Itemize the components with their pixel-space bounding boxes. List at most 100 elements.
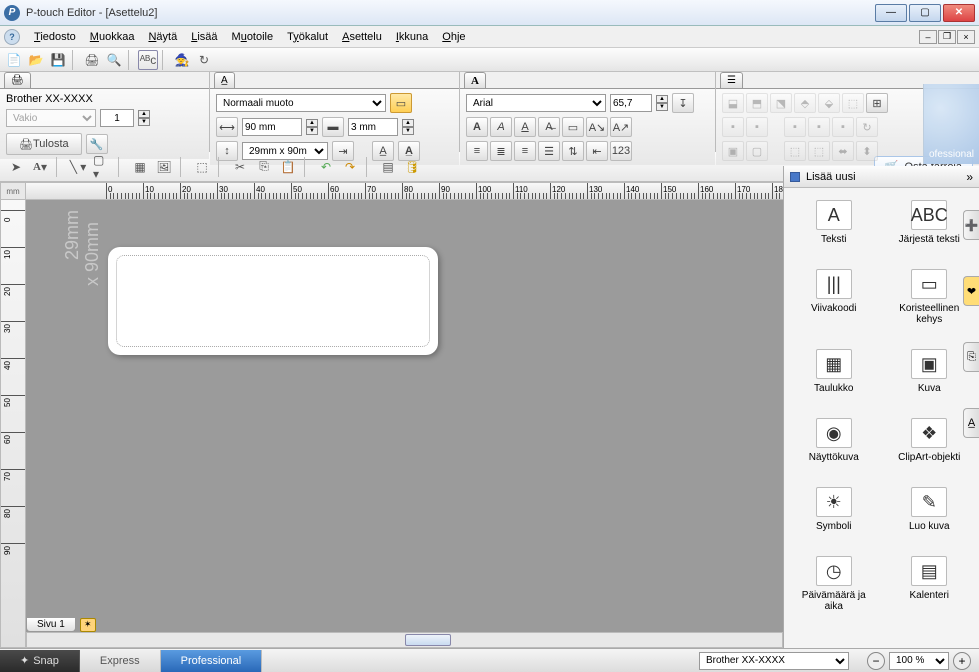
copies-input[interactable]	[100, 109, 134, 127]
print-options-button[interactable]: 🔧	[86, 134, 108, 154]
menu-window[interactable]: Ikkuna	[390, 29, 434, 45]
copy-button[interactable]: ⎘	[254, 157, 274, 177]
image-tool[interactable]: 🖼	[154, 157, 174, 177]
align-bottom-objects[interactable]: ⬚	[842, 93, 864, 113]
ungroup-button[interactable]: ⬚	[808, 141, 830, 161]
mode-express-button[interactable]: Express	[80, 650, 161, 672]
insert-item-clipart-objekti[interactable]: ❖ClipArt-objekti	[884, 414, 976, 467]
orientation-landscape-button[interactable]: ▭	[390, 93, 412, 113]
mode-professional-button[interactable]: Professional	[161, 650, 263, 672]
italic-button[interactable]: A	[490, 117, 512, 137]
undo-button[interactable]: ↶	[316, 157, 336, 177]
bring-front[interactable]: ▣	[722, 141, 744, 161]
align-right-objects[interactable]: ⬔	[770, 93, 792, 113]
mode-snap-button[interactable]: ✦ Snap	[0, 650, 80, 672]
zoom-select[interactable]: 100 %	[889, 652, 949, 670]
send-back[interactable]: ▢	[746, 141, 768, 161]
open-button[interactable]: 📂	[26, 50, 46, 70]
insert-panel-header[interactable]: Lisää uusi »	[784, 166, 979, 188]
mdi-minimize-button[interactable]: –	[919, 30, 937, 44]
transfer-button[interactable]: ↻	[194, 50, 214, 70]
status-printer-select[interactable]: Brother XX-XXXX	[699, 652, 849, 670]
paper-panel-tab[interactable]: A̲	[214, 72, 235, 88]
insert-item-koristeellinen-kehys[interactable]: ▭Koristeellinen kehys	[884, 265, 976, 329]
scrollbar-thumb[interactable]	[405, 634, 451, 646]
distribute-v[interactable]: ▪	[746, 117, 768, 137]
grow-button[interactable]: A↗	[610, 117, 632, 137]
add-sheet-button[interactable]: ✶	[80, 618, 96, 632]
same-height[interactable]: ▪	[808, 117, 830, 137]
margin-spinner[interactable]: ▲▼	[402, 119, 414, 135]
vertical-ruler[interactable]: 0102030405060708090	[0, 200, 26, 648]
database-button[interactable]: 🛢	[402, 157, 422, 177]
sidetab-add[interactable]: ➕	[963, 210, 979, 240]
numbering-button[interactable]: 123	[610, 141, 632, 161]
cut-button[interactable]: ✂	[230, 157, 250, 177]
zoom-out-button[interactable]: −	[867, 652, 885, 670]
insert-item-luo-kuva[interactable]: ✎Luo kuva	[884, 483, 976, 536]
insert-item-kalenteri[interactable]: ▤Kalenteri	[884, 552, 976, 616]
insert-item-n-ytt-kuva[interactable]: ◉Näyttökuva	[788, 414, 880, 467]
print-preset-select[interactable]: Vakio	[6, 109, 96, 127]
save-button[interactable]: 💾	[48, 50, 68, 70]
spacing-button[interactable]: ⇅	[562, 141, 584, 161]
text-frame-button[interactable]: ᴬᴮᴄ	[138, 50, 158, 70]
distribute-h[interactable]: ▪	[722, 117, 744, 137]
flip-v[interactable]: ⬍	[856, 141, 878, 161]
insert-item-viivakoodi[interactable]: |||Viivakoodi	[788, 265, 880, 329]
align-left-objects[interactable]: ⬓	[722, 93, 744, 113]
app-menu-icon[interactable]: ?	[4, 29, 20, 45]
menu-layout[interactable]: Asettelu	[336, 29, 388, 45]
menu-edit[interactable]: Muokkaa	[84, 29, 141, 45]
strike-button[interactable]: A̶	[538, 117, 560, 137]
align-left-button[interactable]: ≡	[466, 141, 488, 161]
group-button[interactable]: ⬚	[784, 141, 806, 161]
indent-button[interactable]: ⇤	[586, 141, 608, 161]
print-panel-tab[interactable]: 🖨	[4, 72, 31, 88]
font-size-input[interactable]	[610, 94, 652, 112]
redo-button[interactable]: ↷	[340, 157, 360, 177]
wizard-button[interactable]: 🧙	[172, 50, 192, 70]
mdi-restore-button[interactable]: ❐	[938, 30, 956, 44]
shrink-button[interactable]: A↘	[586, 117, 608, 137]
underline-button[interactable]: A	[514, 117, 536, 137]
insert-item-p-iv-m-r-ja-aika[interactable]: ◷Päivämäärä ja aika	[788, 552, 880, 616]
layout-panel-tab[interactable]: ☰	[720, 72, 743, 88]
menu-file[interactable]: Tiedosto	[28, 29, 82, 45]
align-right-button[interactable]: ≡	[514, 141, 536, 161]
align-center-h-objects[interactable]: ⬒	[746, 93, 768, 113]
arrange-tool[interactable]: ⬚	[192, 157, 212, 177]
snap-grid-button[interactable]: ⊞	[866, 93, 888, 113]
pointer-tool[interactable]: ➤	[6, 157, 26, 177]
frame-text-button[interactable]: ▭	[562, 117, 584, 137]
font-size-spinner[interactable]: ▲▼	[656, 95, 668, 111]
flip-h[interactable]: ⬌	[832, 141, 854, 161]
insert-item-taulukko[interactable]: ▦Taulukko	[788, 345, 880, 398]
insert-item-kuva[interactable]: ▣Kuva	[884, 345, 976, 398]
paste-button[interactable]: 📋	[278, 157, 298, 177]
print-execute-button[interactable]: 🖨 Tulosta	[6, 133, 82, 155]
menu-help[interactable]: Ohje	[436, 29, 471, 45]
same-width[interactable]: ▪	[784, 117, 806, 137]
menu-view[interactable]: Näytä	[142, 29, 183, 45]
align-center-button[interactable]: ≣	[490, 141, 512, 161]
window-maximize-button[interactable]: ▢	[909, 4, 941, 22]
text-panel-tab[interactable]: A	[464, 72, 486, 88]
width-spinner[interactable]: ▲▼	[306, 119, 318, 135]
table-tool[interactable]: ▦	[130, 157, 150, 177]
paper-width-input[interactable]	[242, 118, 302, 136]
font-select[interactable]: Arial	[466, 94, 606, 112]
sidetab-fav[interactable]: ❤	[963, 276, 979, 306]
insert-item-j-rjest-teksti[interactable]: ABCJärjestä teksti	[884, 196, 976, 249]
shape-tool[interactable]: ▢ ▾	[92, 157, 112, 177]
sidetab-hist[interactable]: ⎘	[963, 342, 979, 372]
window-close-button[interactable]: ✕	[943, 4, 975, 22]
copies-spinner[interactable]: ▲▼	[138, 110, 150, 126]
insert-item-teksti[interactable]: ATeksti	[788, 196, 880, 249]
new-button[interactable]: 📄	[4, 50, 24, 70]
menu-insert[interactable]: Lisää	[185, 29, 223, 45]
sidetab-prop[interactable]: A̲	[963, 408, 979, 438]
mdi-close-button[interactable]: ×	[957, 30, 975, 44]
line-tool[interactable]: ╲ ▾	[68, 157, 88, 177]
paper-style-select[interactable]: Normaali muoto	[216, 94, 386, 112]
